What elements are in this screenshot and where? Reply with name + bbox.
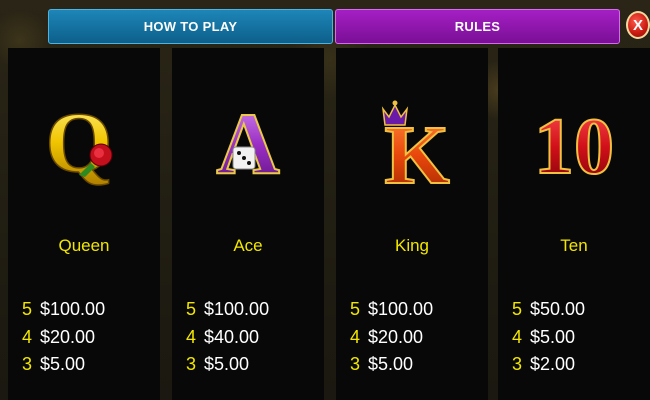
payout-row: 3 $2.00 [512,354,576,374]
symbol-name: King [394,236,430,255]
close-button[interactable]: X [626,11,650,39]
payout-row: 5 $100.00 [350,299,434,319]
paytable-card-ace: A Ace 5 $100.00 4 $40.00 3 $5.00 [172,48,324,400]
symbol-name: Queen [58,236,110,255]
svg-text:10: 10 [534,103,614,191]
payout-row: 3 $5.00 [350,354,414,374]
ten-10-icon: 10 [498,78,650,218]
queen-q-rose-icon: Q [8,78,160,218]
paytable-card-king: K King 5 $100.00 4 $20.00 3 $5.00 [336,48,488,400]
payout-row: 3 $5.00 [22,354,86,374]
payout-row: 5 $100.00 [186,299,270,319]
payout-row: 5 $100.00 [22,299,106,319]
svg-text:A: A [216,96,280,193]
payout-row: 4 $5.00 [512,327,576,347]
ace-a-dice-icon: A [172,78,324,218]
payout-row: 4 $20.00 [22,327,96,347]
payout-row: 4 $20.00 [350,327,424,347]
payout-row: 5 $50.00 [512,299,586,319]
symbol-name: Ace [233,236,263,255]
symbol-name: Ten [560,236,588,255]
king-k-crown-icon: K [336,78,488,218]
paytable-card-queen: Q Queen 5 $100.00 4 $20.00 3 $5.00 [8,48,160,400]
tab-rules[interactable]: RULES [335,9,620,44]
svg-text:Q: Q [46,94,113,190]
payout-row: 3 $5.00 [186,354,250,374]
paytable-card-ten: 10 Ten 5 $50.00 4 $5.00 3 $2.00 [498,48,650,400]
payout-row: 4 $40.00 [186,327,260,347]
tab-how-to-play[interactable]: HOW TO PLAY [48,9,333,44]
